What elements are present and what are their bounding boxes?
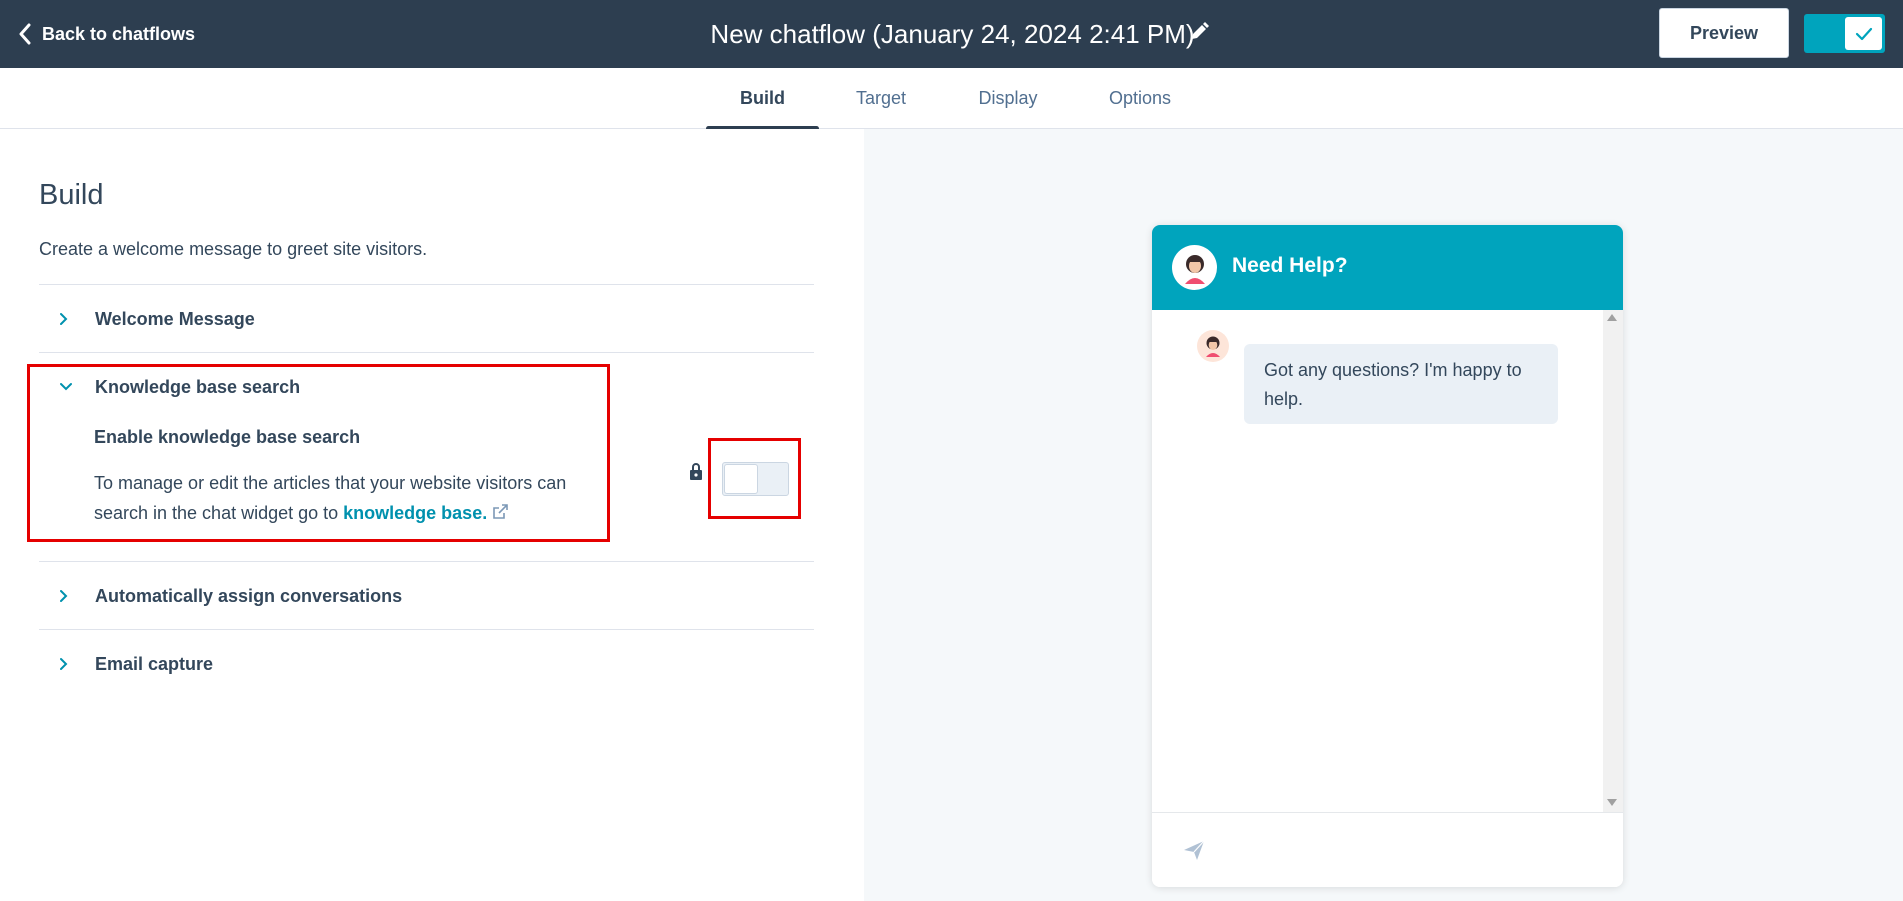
tab-options[interactable]: Options — [1094, 68, 1186, 129]
message-avatar — [1197, 330, 1229, 362]
tab-target-label: Target — [855, 88, 907, 108]
accordion-label: Automatically assign conversations — [95, 585, 403, 606]
build-description: Create a welcome message to greet site v… — [39, 239, 428, 259]
scroll-up-arrow-icon[interactable] — [1607, 314, 1617, 321]
widget-title: Need Help? — [1232, 254, 1348, 277]
chevron-right-icon — [60, 312, 68, 326]
checkmark-icon — [1855, 27, 1872, 40]
welcome-message-bubble: Got any questions? I'm happy to help. — [1244, 344, 1558, 424]
pencil-icon[interactable] — [1188, 21, 1210, 43]
preview-button-label: Preview — [1689, 22, 1759, 43]
preview-button[interactable]: Preview — [1659, 8, 1789, 58]
accordion-email-capture[interactable]: Email capture — [60, 649, 213, 679]
divider — [39, 352, 814, 353]
person-icon — [1206, 336, 1220, 357]
tab-display-label: Display — [978, 88, 1038, 108]
accordion-label: Email capture — [95, 653, 214, 674]
tab-bar: Build Target Display Options — [0, 68, 1903, 131]
title-wrap: New chatflow (January 24, 2024 2:41 PM) — [0, 0, 1903, 68]
chat-scrollbar[interactable] — [1603, 310, 1623, 812]
back-link-label: Back to chatflows — [42, 23, 196, 44]
highlight-box-toggle — [708, 438, 801, 519]
tab-build-label: Build — [740, 88, 785, 108]
chevron-left-icon — [19, 23, 31, 45]
publish-toggle-knob — [1845, 17, 1882, 50]
highlight-box-knowledge-base — [27, 364, 610, 542]
divider — [39, 284, 814, 285]
send-icon[interactable] — [1182, 838, 1206, 862]
back-to-chatflows-link[interactable]: Back to chatflows — [18, 19, 195, 49]
build-panel: Build Create a welcome message to greet … — [0, 129, 864, 901]
publish-toggle[interactable] — [1804, 14, 1885, 53]
tab-target[interactable]: Target — [838, 68, 924, 129]
widget-preview-panel: Need Help? Got any questions? I'm happy … — [864, 129, 1903, 901]
accordion-welcome-message[interactable]: Welcome Message — [60, 304, 255, 334]
agent-avatar — [1172, 245, 1217, 290]
accordion-label: Welcome Message — [95, 308, 255, 329]
divider — [39, 629, 814, 630]
tab-options-label: Options — [1108, 88, 1172, 108]
divider — [39, 561, 814, 562]
chevron-right-icon — [60, 589, 68, 603]
build-heading: Build — [39, 179, 104, 211]
person-icon — [1184, 254, 1205, 284]
tab-build[interactable]: Build — [706, 68, 819, 131]
chevron-right-icon — [60, 657, 68, 671]
top-navigation-bar: Back to chatflows New chatflow (January … — [0, 0, 1903, 68]
chat-input-area[interactable] — [1152, 812, 1623, 887]
accordion-automatically-assign[interactable]: Automatically assign conversations — [60, 581, 402, 611]
chat-widget-preview: Need Help? Got any questions? I'm happy … — [1152, 225, 1623, 887]
lock-icon — [690, 463, 702, 480]
scroll-down-arrow-icon[interactable] — [1607, 799, 1617, 806]
widget-header: Need Help? — [1152, 225, 1623, 310]
tab-display[interactable]: Display — [964, 68, 1052, 129]
page-title: New chatflow (January 24, 2024 2:41 PM) — [710, 18, 1195, 49]
